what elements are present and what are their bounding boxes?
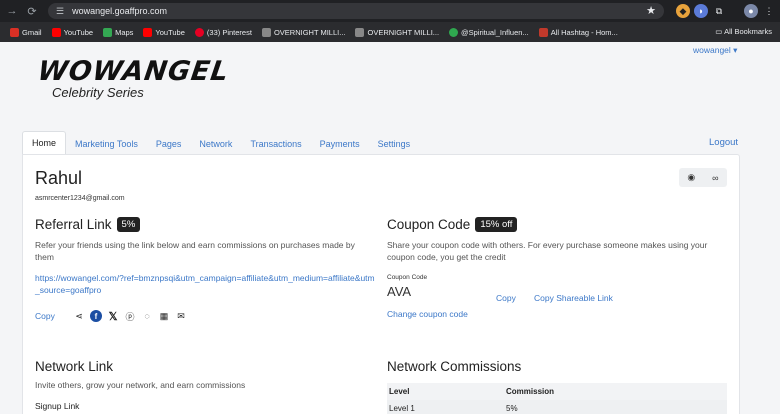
- tab-network[interactable]: Network: [190, 133, 241, 155]
- facebook-icon[interactable]: f: [90, 310, 102, 322]
- bookmark-overnight-1[interactable]: OVERNIGHT MILLI...: [261, 27, 345, 37]
- email-icon[interactable]: ✉: [175, 310, 187, 322]
- youtube-icon: [51, 27, 61, 37]
- address-bar[interactable]: ☰ wowangel.goaffpro.com ★: [48, 3, 664, 19]
- table-cell-level: Level 1: [389, 404, 415, 413]
- logo-subtitle: Celebrity Series: [52, 85, 144, 100]
- coupon-discount-badge: 15% off: [475, 217, 518, 232]
- network-section-title: Network Link: [35, 359, 114, 374]
- main-tabs: Home Marketing Tools Pages Network Trans…: [22, 131, 740, 155]
- pinterest-icon: [194, 27, 204, 37]
- share-icon[interactable]: ⋖: [73, 310, 85, 322]
- column-header-level: Level: [389, 387, 410, 396]
- tab-home[interactable]: Home: [22, 131, 67, 155]
- tab-payments[interactable]: Payments: [311, 133, 369, 155]
- bookmark-gmail[interactable]: Gmail: [10, 27, 42, 37]
- network-description: Invite others, grow your network, and ea…: [35, 380, 246, 390]
- signup-link-label: Signup Link: [35, 401, 80, 411]
- user-menu[interactable]: wowangel ▾: [693, 45, 737, 56]
- pinterest-icon[interactable]: ⓟ: [124, 310, 136, 322]
- coupon-description: Share your coupon code with others. For …: [387, 240, 708, 262]
- bookmark-star-icon[interactable]: ★: [646, 4, 656, 17]
- folder-icon: ▭: [715, 27, 725, 36]
- browser-menu-icon[interactable]: ⋮: [762, 4, 776, 18]
- extensions-puzzle-icon[interactable]: ⧉: [712, 4, 726, 18]
- extension-icon[interactable]: ◗: [694, 4, 708, 18]
- whatsapp-icon[interactable]: ◌: [141, 310, 153, 322]
- referral-commission-badge: 5%: [116, 217, 141, 232]
- tab-settings[interactable]: Settings: [369, 133, 420, 155]
- copy-shareable-link-button[interactable]: Copy Shareable Link: [534, 292, 613, 304]
- x-twitter-icon[interactable]: 𝕏: [107, 310, 119, 323]
- logout-link[interactable]: Logout: [709, 137, 738, 148]
- bookmark-hashtag[interactable]: All Hashtag - Hom...: [538, 27, 618, 37]
- network-commissions-title: Network Commissions: [387, 359, 522, 374]
- coupon-code-label: Coupon Code: [387, 274, 428, 281]
- bookmarks-bar: Gmail YouTube Maps YouTube (33) Pinteres…: [0, 22, 780, 42]
- page-icon: [449, 27, 459, 37]
- bookmark-pinterest[interactable]: (33) Pinterest: [194, 27, 252, 37]
- referral-section-title: Referral Link 5%: [35, 217, 141, 232]
- bookmark-youtube[interactable]: YouTube: [51, 27, 93, 37]
- gmail-icon: [10, 27, 19, 37]
- tab-marketing-tools[interactable]: Marketing Tools: [66, 133, 147, 155]
- bookmark-overnight-2[interactable]: OVERNIGHT MILLI...: [355, 27, 439, 37]
- referral-description: Refer your friends using the link below …: [35, 240, 355, 262]
- table-header-row: Level Commission: [387, 383, 727, 400]
- column-header-commission: Commission: [506, 387, 555, 396]
- profile-avatar-icon[interactable]: ●: [744, 4, 758, 18]
- coupon-copy-button[interactable]: Copy: [496, 292, 516, 304]
- youtube-icon: [143, 27, 153, 37]
- share-buttons: ⋖ f 𝕏 ⓟ ◌ ▦ ✉: [73, 310, 187, 323]
- site-settings-icon[interactable]: ☰: [56, 6, 64, 17]
- link-icon[interactable]: ∞: [712, 173, 718, 183]
- table-row: Level 1 5%: [387, 400, 727, 414]
- bookmark-maps[interactable]: Maps: [103, 27, 133, 37]
- maps-icon: [103, 27, 113, 37]
- page-icon: [355, 27, 365, 37]
- qr-code-icon[interactable]: ▦: [158, 310, 170, 322]
- tab-transactions[interactable]: Transactions: [241, 133, 310, 155]
- forward-icon[interactable]: →: [4, 3, 20, 19]
- coupon-section-title: Coupon Code 15% off: [387, 217, 518, 232]
- profile-email: asmrcenter1234@gmail.com: [35, 195, 125, 202]
- tab-pages[interactable]: Pages: [147, 133, 191, 155]
- referral-link[interactable]: https://wowangel.com/?ref=bmznpsqi&utm_c…: [35, 272, 375, 296]
- logo-title: WOWANGEL: [35, 56, 232, 87]
- coupon-code-value: AVA: [387, 284, 412, 299]
- url-text: wowangel.goaffpro.com: [72, 6, 167, 16]
- table-cell-commission: 5%: [506, 404, 518, 413]
- change-coupon-code-link[interactable]: Change coupon code: [387, 308, 468, 320]
- page-icon: [261, 27, 271, 37]
- reload-icon[interactable]: ⟳: [24, 3, 40, 19]
- eye-icon[interactable]: ◉: [687, 172, 695, 183]
- brand-logo: WOWANGEL Celebrity Series: [35, 56, 232, 100]
- profile-name: Rahul: [35, 168, 83, 188]
- bookmark-spiritual[interactable]: @Spiritual_Influen...: [449, 27, 529, 37]
- commissions-table: Level Commission Level 1 5%: [387, 383, 727, 414]
- extension-icon[interactable]: ◆: [676, 4, 690, 18]
- profile-actions: ◉ ∞: [679, 168, 727, 187]
- bookmark-youtube-2[interactable]: YouTube: [143, 27, 185, 37]
- referral-copy-button[interactable]: Copy: [35, 310, 55, 322]
- all-bookmarks[interactable]: ▭ All Bookmarks: [715, 27, 772, 36]
- hashtag-icon: [538, 27, 548, 37]
